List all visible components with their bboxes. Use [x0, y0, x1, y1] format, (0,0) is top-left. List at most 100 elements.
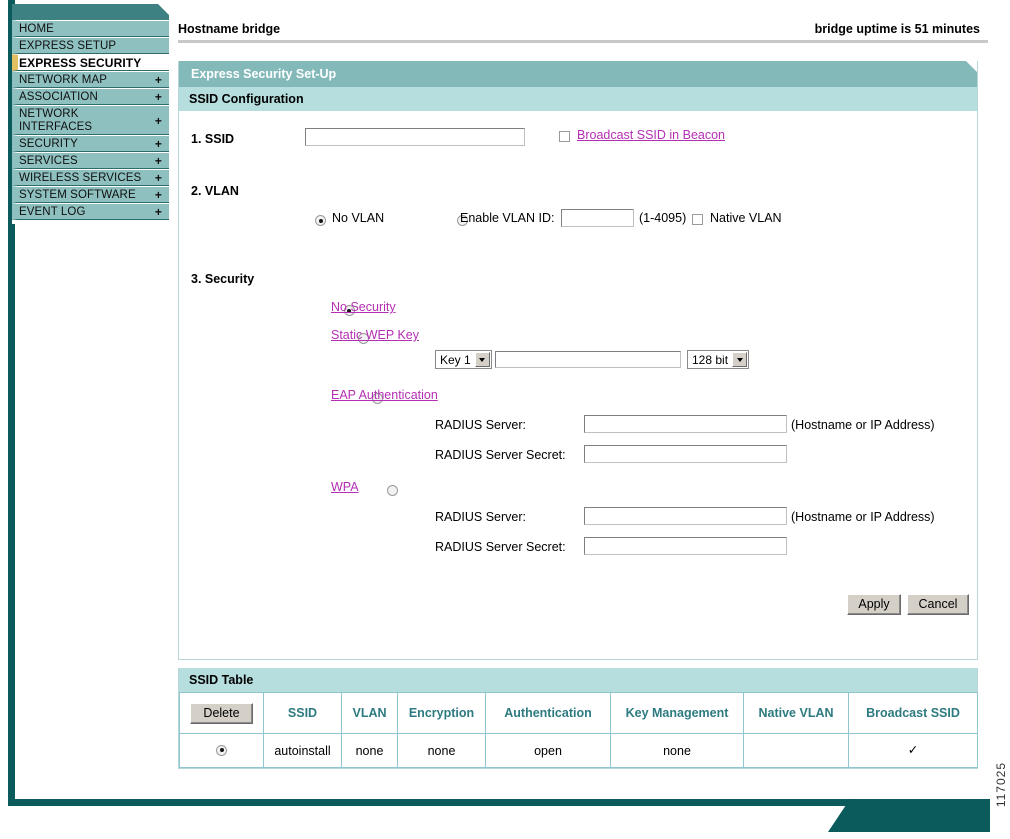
wpa-radius-server-label: RADIUS Server: — [435, 510, 526, 524]
native-vlan-label: Native VLAN — [710, 211, 782, 225]
ssid-table-title: SSID Table — [179, 668, 977, 692]
sidebar-item-system-software[interactable]: SYSTEM SOFTWARE + — [12, 186, 169, 203]
delete-button[interactable]: Delete — [190, 702, 253, 724]
cell-broadcast-ssid: ✓ — [848, 733, 978, 768]
sidebar-item-label: SECURITY — [19, 138, 78, 150]
cell-vlan: none — [341, 733, 398, 768]
panel-title: Express Security Set-Up — [179, 61, 977, 87]
table-header-row: Delete SSID VLAN Encryption Authenticati… — [179, 692, 978, 734]
ssid-input[interactable] — [305, 128, 525, 146]
sidebar-item-security[interactable]: SECURITY + — [12, 135, 169, 152]
no-security-link[interactable]: No Security — [331, 300, 396, 314]
document-number: 117025 — [994, 762, 1008, 808]
cancel-button[interactable]: Cancel — [907, 594, 969, 615]
column-header-authentication: Authentication — [485, 692, 611, 734]
sidebar-item-express-security[interactable]: EXPRESS SECURITY — [12, 54, 169, 71]
security-step-label: 3. Security — [191, 272, 255, 286]
expand-plus-icon[interactable]: + — [155, 72, 162, 89]
sidebar-item-home[interactable]: HOME — [12, 20, 169, 37]
apply-button[interactable]: Apply — [847, 594, 901, 615]
vlan-range-hint: (1-4095) — [639, 211, 687, 225]
expand-plus-icon[interactable]: + — [155, 136, 162, 153]
cell-ssid: autoinstall — [263, 733, 342, 768]
sidebar-item-label: SYSTEM SOFTWARE — [19, 189, 136, 201]
row-select-radio[interactable] — [216, 744, 227, 756]
wpa-link[interactable]: WPA — [331, 480, 359, 494]
expand-plus-icon[interactable]: + — [155, 187, 162, 204]
column-header-broadcast-ssid: Broadcast SSID — [848, 692, 978, 734]
expand-plus-icon[interactable]: + — [155, 89, 162, 106]
sidebar-item-label: SERVICES — [19, 155, 78, 167]
uptime-label: bridge uptime is 51 minutes — [814, 22, 980, 36]
native-vlan-checkbox[interactable] — [692, 214, 703, 225]
delete-column-header: Delete — [179, 692, 264, 734]
vlan-id-input[interactable] — [561, 209, 634, 227]
expand-plus-icon[interactable]: + — [155, 204, 162, 221]
panel-body: 1. SSID Broadcast SSID in Beacon 2. VLAN… — [179, 112, 977, 659]
wep-bits-select-value: 128 bit — [692, 352, 729, 367]
cell-encryption: none — [397, 733, 486, 768]
ssid-step-label: 1. SSID — [191, 132, 235, 146]
eap-authentication-link[interactable]: EAP Authentication — [331, 388, 438, 402]
express-security-panel: Express Security Set-Up SSID Configurati… — [178, 61, 978, 660]
chevron-down-icon[interactable] — [474, 352, 490, 367]
cell-native-vlan — [743, 733, 849, 768]
sidebar-item-network-interfaces[interactable]: NETWORK INTERFACES + — [12, 105, 169, 135]
static-wep-key-link[interactable]: Static WEP Key — [331, 328, 419, 342]
cell-authentication: open — [485, 733, 611, 768]
sidebar-nav: HOME EXPRESS SETUP EXPRESS SECURITY NETW… — [12, 4, 169, 224]
sidebar-item-label: HOME — [19, 23, 54, 35]
sidebar-item-wireless-services[interactable]: WIRELESS SERVICES + — [12, 169, 169, 186]
sidebar-item-label: NETWORK INTERFACES — [19, 108, 93, 133]
ssid-table: Delete SSID VLAN Encryption Authenticati… — [179, 692, 978, 768]
eap-radius-secret-label: RADIUS Server Secret: — [435, 448, 566, 462]
no-vlan-label: No VLAN — [332, 211, 385, 225]
main-content: Hostname bridge bridge uptime is 51 minu… — [178, 4, 990, 769]
wep-key-select[interactable]: Key 1 — [435, 350, 492, 369]
broadcast-ssid-link[interactable]: Broadcast SSID in Beacon — [577, 128, 725, 142]
expand-plus-icon[interactable]: + — [155, 170, 162, 187]
wep-bits-select[interactable]: 128 bit — [687, 350, 750, 369]
panel-subtitle: SSID Configuration — [179, 87, 977, 112]
eap-radius-server-input[interactable] — [584, 415, 787, 433]
sidebar-item-express-setup[interactable]: EXPRESS SETUP — [12, 37, 169, 54]
page-root: HOME EXPRESS SETUP EXPRESS SECURITY NETW… — [0, 0, 1010, 839]
column-header-native-vlan: Native VLAN — [743, 692, 849, 734]
host-status-bar: Hostname bridge bridge uptime is 51 minu… — [178, 4, 990, 36]
sidebar-item-label: EVENT LOG — [19, 206, 86, 218]
wpa-radius-secret-label: RADIUS Server Secret: — [435, 540, 566, 554]
wpa-hostname-hint: (Hostname or IP Address) — [791, 510, 935, 524]
sidebar-item-network-map[interactable]: NETWORK MAP + — [12, 71, 169, 88]
wpa-radius-secret-input[interactable] — [584, 537, 787, 555]
frame-bottom-bar — [8, 799, 990, 806]
expand-plus-icon[interactable]: + — [155, 153, 162, 170]
column-header-vlan: VLAN — [341, 692, 398, 734]
wpa-radio[interactable] — [386, 485, 398, 496]
frame-footer-wedge — [828, 799, 990, 832]
expand-plus-icon[interactable]: + — [155, 106, 162, 136]
cell-key-management: none — [610, 733, 744, 768]
row-select-cell — [179, 733, 264, 768]
sidebar-item-event-log[interactable]: EVENT LOG + — [12, 203, 169, 220]
no-vlan-radio[interactable] — [315, 215, 326, 226]
eap-radius-server-label: RADIUS Server: — [435, 418, 526, 432]
sidebar-item-label: WIRELESS SERVICES — [19, 172, 142, 184]
column-header-encryption: Encryption — [397, 692, 486, 734]
column-header-ssid: SSID — [263, 692, 342, 734]
column-header-key-management: Key Management — [610, 692, 744, 734]
wep-key-input[interactable] — [495, 351, 681, 368]
eap-radius-secret-input[interactable] — [584, 445, 787, 463]
wep-key-select-value: Key 1 — [440, 352, 471, 367]
eap-hostname-hint: (Hostname or IP Address) — [791, 418, 935, 432]
sidebar-item-association[interactable]: ASSOCIATION + — [12, 88, 169, 105]
sidebar-item-services[interactable]: SERVICES + — [12, 152, 169, 169]
ssid-table-panel: SSID Table Delete SSID VLAN Encryption A… — [178, 668, 978, 769]
wpa-radius-server-input[interactable] — [584, 507, 787, 525]
chevron-down-icon[interactable] — [732, 352, 748, 367]
hostname-label: Hostname bridge — [178, 22, 281, 36]
sidebar-item-label: ASSOCIATION — [19, 91, 98, 103]
broadcast-ssid-checkbox[interactable] — [559, 131, 570, 142]
table-row: autoinstall none none open none ✓ — [179, 733, 978, 768]
vlan-step-label: 2. VLAN — [191, 184, 239, 198]
sidebar-header-bar — [12, 4, 169, 20]
